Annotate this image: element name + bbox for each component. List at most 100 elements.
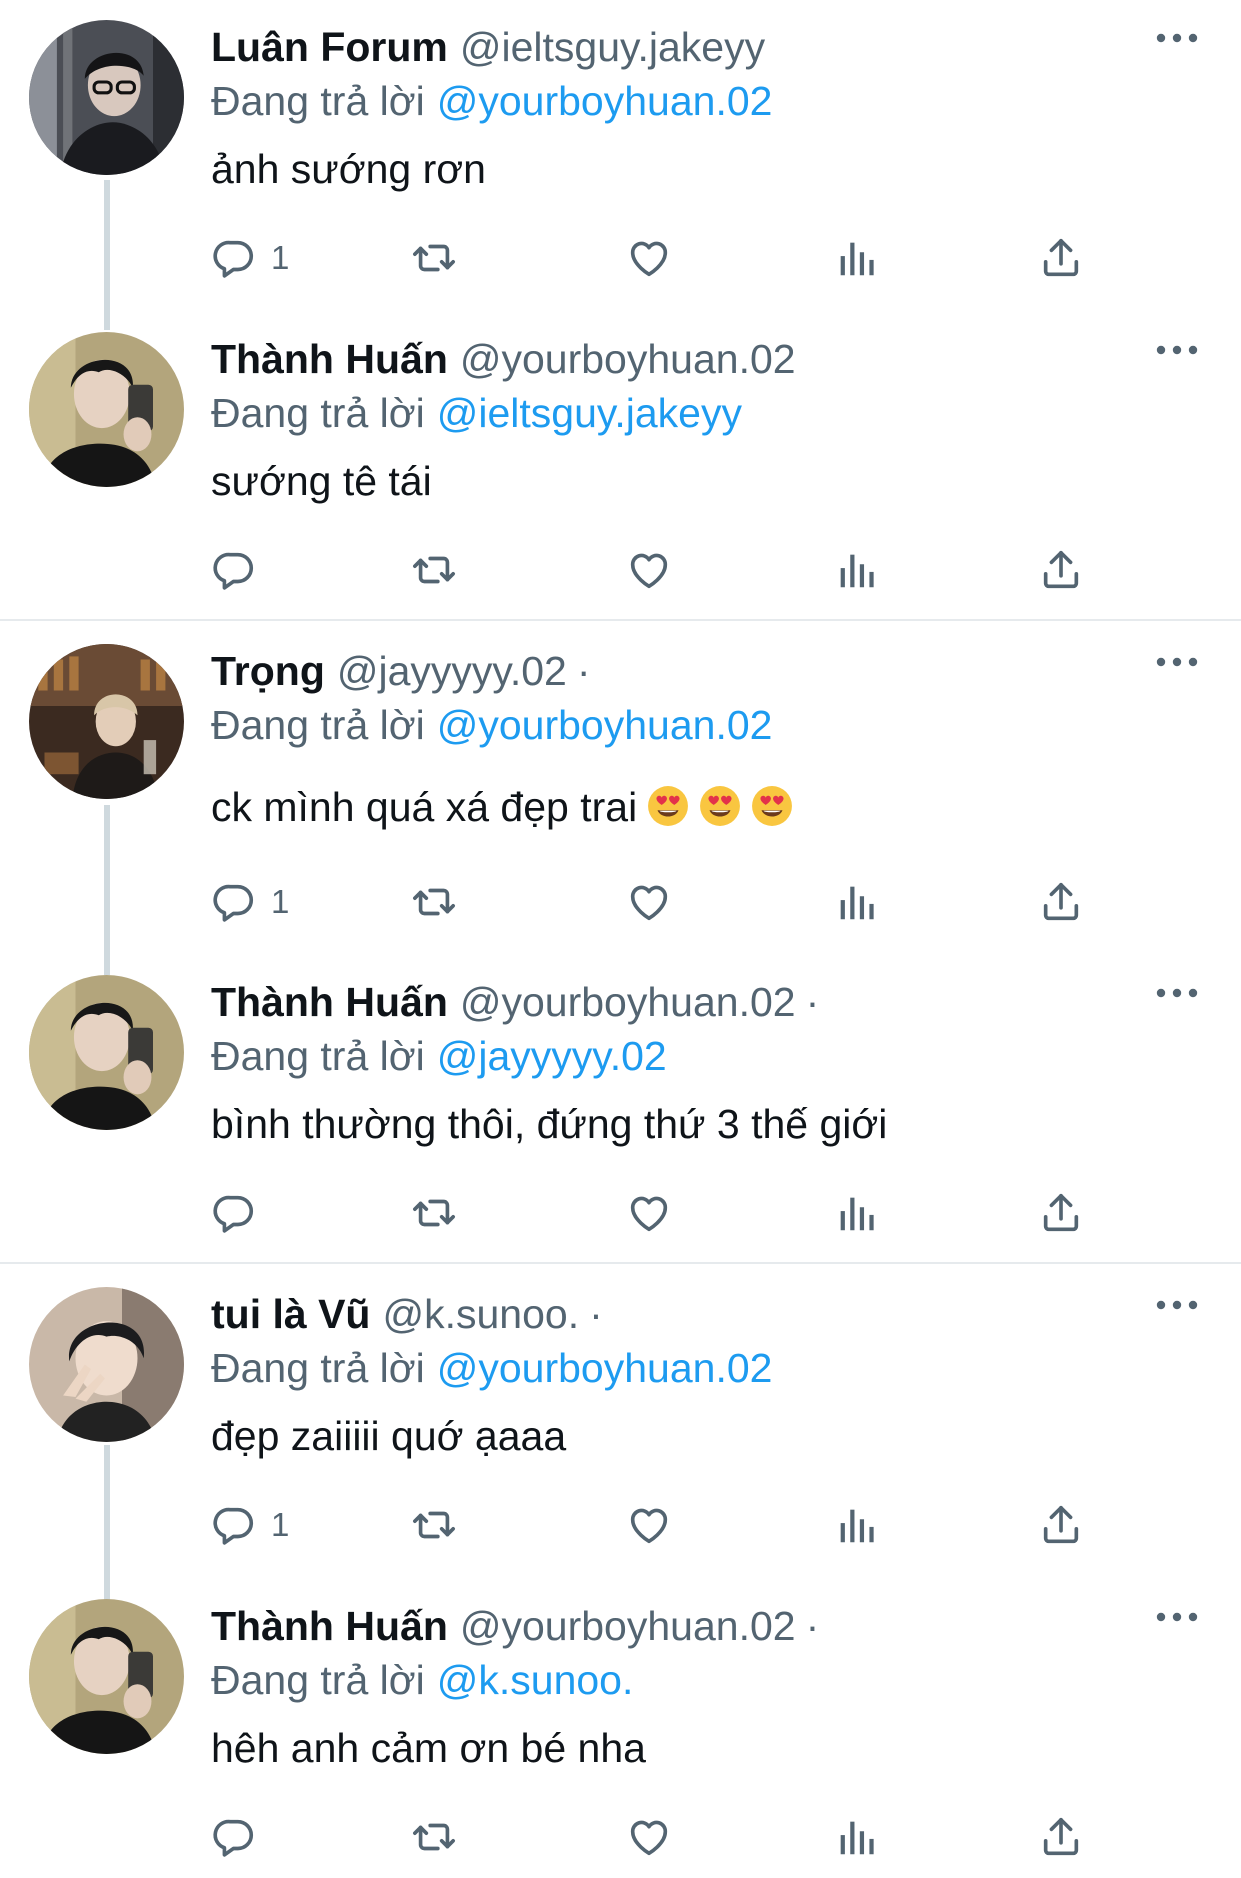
analytics-icon — [833, 547, 879, 593]
thread-line — [104, 180, 110, 330]
reply-to-handle[interactable]: @ieltsguy.jakeyy — [437, 390, 742, 436]
reply-button[interactable] — [211, 545, 271, 595]
reply-to-handle[interactable]: @jayyyyy.02 — [437, 1033, 667, 1079]
display-name[interactable]: Trọng — [211, 648, 325, 694]
retweet-icon — [411, 1502, 457, 1548]
reply-button[interactable]: 1 — [211, 233, 289, 283]
replying-to-label: Đang trả lời — [211, 1033, 425, 1079]
retweet-icon — [411, 235, 457, 281]
views-button[interactable] — [833, 877, 879, 927]
reply-icon — [211, 879, 257, 925]
user-handle[interactable]: @yourboyhuan.02 — [460, 1603, 796, 1649]
share-button[interactable] — [1038, 1812, 1084, 1862]
avatar[interactable] — [29, 975, 184, 1130]
share-button[interactable] — [1038, 877, 1084, 927]
reply-to-handle[interactable]: @k.sunoo. — [437, 1657, 634, 1703]
tweet-text: ảnh sướng rơn — [211, 146, 486, 192]
avatar[interactable] — [29, 20, 184, 175]
views-button[interactable] — [833, 233, 879, 283]
reply-to-handle[interactable]: @yourboyhuan.02 — [437, 78, 773, 124]
retweet-icon — [411, 879, 457, 925]
reply-button[interactable] — [211, 1188, 271, 1238]
views-button[interactable] — [833, 1188, 879, 1238]
divider — [0, 1262, 1241, 1264]
views-button[interactable] — [833, 545, 879, 595]
like-button[interactable] — [626, 545, 672, 595]
analytics-icon — [833, 1190, 879, 1236]
retweet-button[interactable] — [411, 233, 457, 283]
more-icon[interactable] — [1155, 1607, 1199, 1627]
views-button[interactable] — [833, 1500, 879, 1550]
display-name[interactable]: Luân Forum — [211, 24, 448, 70]
analytics-icon — [833, 235, 879, 281]
separator-dot: · — [805, 1603, 820, 1649]
more-icon[interactable] — [1155, 28, 1199, 48]
like-button[interactable] — [626, 877, 672, 927]
replying-to-label: Đang trả lời — [211, 702, 425, 748]
like-button[interactable] — [626, 1812, 672, 1862]
heart-icon — [626, 547, 672, 593]
like-button[interactable] — [626, 1188, 672, 1238]
reply-count: 1 — [271, 239, 290, 276]
share-button[interactable] — [1038, 545, 1084, 595]
divider — [0, 619, 1241, 621]
analytics-icon — [833, 879, 879, 925]
user-handle[interactable]: @k.sunoo. — [382, 1291, 579, 1337]
reply-icon — [211, 1502, 257, 1548]
tweet-text: đẹp zaiiiii quớ ạaaa — [211, 1413, 567, 1459]
avatar[interactable] — [29, 1287, 184, 1442]
tweet-text: ck mình quá xá đẹp trai — [211, 784, 638, 830]
avatar[interactable] — [29, 332, 184, 487]
retweet-icon — [411, 1814, 457, 1860]
share-icon — [1038, 879, 1084, 925]
reply-button[interactable]: 1 — [211, 1500, 289, 1550]
like-button[interactable] — [626, 1500, 672, 1550]
retweet-icon — [411, 547, 457, 593]
share-icon — [1038, 547, 1084, 593]
display-name[interactable]: Thành Huấn — [211, 979, 448, 1025]
user-handle[interactable]: @yourboyhuan.02 — [460, 979, 796, 1025]
more-icon[interactable] — [1155, 1295, 1199, 1315]
reply-to-handle[interactable]: @yourboyhuan.02 — [437, 1345, 773, 1391]
user-handle[interactable]: @jayyyyy.02 — [337, 648, 567, 694]
more-icon[interactable] — [1155, 652, 1199, 672]
avatar[interactable] — [29, 1599, 184, 1754]
display-name[interactable]: tui là Vũ — [211, 1291, 370, 1337]
heart-icon — [626, 1814, 672, 1860]
more-icon[interactable] — [1155, 340, 1199, 360]
heart-icon — [626, 1190, 672, 1236]
like-button[interactable] — [626, 233, 672, 283]
display-name[interactable]: Thành Huấn — [211, 1603, 448, 1649]
user-handle[interactable]: @ieltsguy.jakeyy — [460, 24, 765, 70]
analytics-icon — [833, 1814, 879, 1860]
reply-button[interactable]: 1 — [211, 877, 289, 927]
retweet-button[interactable] — [411, 877, 457, 927]
share-icon — [1038, 1502, 1084, 1548]
separator-dot: · — [805, 979, 820, 1025]
thread-line — [104, 805, 110, 975]
reply-to-handle[interactable]: @yourboyhuan.02 — [437, 702, 773, 748]
reply-button[interactable] — [211, 1812, 271, 1862]
reply-icon — [211, 235, 257, 281]
views-button[interactable] — [833, 1812, 879, 1862]
reply-count: 1 — [271, 883, 290, 920]
retweet-button[interactable] — [411, 1500, 457, 1550]
tweet-text: hêh anh cảm ơn bé nha — [211, 1725, 646, 1771]
retweet-button[interactable] — [411, 1188, 457, 1238]
replying-to-label: Đang trả lời — [211, 1345, 425, 1391]
reply-icon — [211, 1814, 257, 1860]
retweet-button[interactable] — [411, 1812, 457, 1862]
more-icon[interactable] — [1155, 983, 1199, 1003]
retweet-icon — [411, 1190, 457, 1236]
share-button[interactable] — [1038, 1500, 1084, 1550]
display-name[interactable]: Thành Huấn — [211, 336, 448, 382]
thread-line — [104, 1445, 110, 1600]
user-handle[interactable]: @yourboyhuan.02 — [460, 336, 796, 382]
share-button[interactable] — [1038, 233, 1084, 283]
share-button[interactable] — [1038, 1188, 1084, 1238]
separator-dot: · — [589, 1291, 603, 1337]
tweet-text: sướng tê tái — [211, 458, 432, 504]
retweet-button[interactable] — [411, 545, 457, 595]
avatar[interactable] — [29, 644, 184, 799]
reply-icon — [211, 547, 257, 593]
